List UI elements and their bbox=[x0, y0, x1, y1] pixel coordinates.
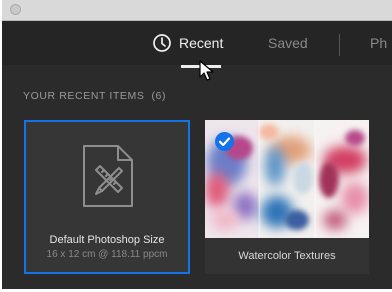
preset-card-default-photoshop-size[interactable]: Default Photoshop Size 16 x 12 cm @ 118.… bbox=[24, 120, 190, 274]
section-title-text: YOUR RECENT ITEMS bbox=[23, 90, 145, 102]
preset-name: Default Photoshop Size bbox=[49, 234, 165, 246]
tab-recent[interactable]: Recent bbox=[152, 21, 223, 65]
recent-item-card[interactable]: Watercolor Textures bbox=[205, 120, 369, 274]
tab-bar: Recent Saved Ph bbox=[2, 21, 392, 65]
tab-saved[interactable]: Saved bbox=[268, 21, 308, 65]
preset-dimensions: 16 x 12 cm @ 118.11 ppcm bbox=[46, 249, 168, 260]
section-count: (6) bbox=[151, 90, 167, 102]
clock-icon bbox=[153, 34, 171, 52]
tab-more-label: Ph bbox=[370, 35, 388, 51]
window-titlebar[interactable] bbox=[2, 0, 392, 21]
mouse-cursor-icon bbox=[199, 60, 214, 81]
start-workspace-window: Recent Saved Ph YOUR RECENT ITEMS (6) De… bbox=[2, 0, 392, 289]
checkmark-icon[interactable] bbox=[215, 132, 234, 151]
section-title: YOUR RECENT ITEMS (6) bbox=[23, 90, 166, 102]
recent-item-name: Watercolor Textures bbox=[238, 250, 336, 262]
window-control-button[interactable] bbox=[10, 4, 21, 15]
tab-saved-label: Saved bbox=[268, 35, 308, 51]
recent-items-panel: YOUR RECENT ITEMS (6) Default Photoshop S… bbox=[2, 68, 392, 289]
tab-recent-label: Recent bbox=[179, 35, 224, 51]
tab-divider bbox=[339, 34, 340, 56]
document-preset-icon bbox=[83, 145, 133, 207]
tab-more[interactable]: Ph bbox=[370, 21, 387, 65]
recent-item-thumbnail bbox=[205, 120, 369, 238]
